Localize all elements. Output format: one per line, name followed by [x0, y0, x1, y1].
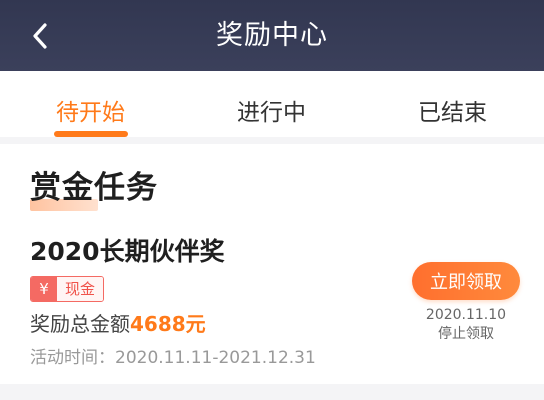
reward-card: 赏金任务 2020长期伙伴奖 ¥ 现金 奖励总金额4688元 活动时间：2020…: [0, 144, 544, 384]
activity-period-row: 活动时间：2020.11.11-2021.12.31: [30, 346, 316, 370]
section-title: 赏金任务: [30, 170, 158, 206]
tab-pending[interactable]: 待开始: [0, 71, 181, 137]
claim-deadline: 2020.11.10 停止领取: [412, 306, 520, 344]
claim-now-button[interactable]: 立即领取: [412, 262, 520, 300]
active-tab-indicator: [54, 131, 128, 137]
claim-deadline-text: 停止领取: [438, 326, 494, 342]
cash-badge-label: 现金: [57, 277, 104, 301]
cash-badge: ¥ 现金: [30, 276, 105, 302]
section-header: 赏金任务: [30, 168, 158, 211]
tab-ended[interactable]: 已结束: [362, 71, 543, 137]
activity-period-value: 2020.11.11-2021.12.31: [115, 348, 316, 368]
page-title: 奖励中心: [216, 20, 328, 51]
activity-period-label: 活动时间：: [30, 348, 115, 368]
header-bar: 奖励中心: [0, 0, 544, 71]
total-amount-value: 4688元: [130, 312, 206, 336]
claim-deadline-date: 2020.11.10: [425, 307, 507, 323]
tab-ongoing[interactable]: 进行中: [181, 71, 362, 137]
total-amount-label: 奖励总金额: [30, 312, 130, 336]
yen-icon: ¥: [31, 277, 57, 301]
reward-name: 2020长期伙伴奖: [30, 237, 225, 266]
total-amount-row: 奖励总金额4688元: [30, 310, 206, 338]
tab-bar: 待开始 进行中 已结束: [0, 71, 544, 137]
